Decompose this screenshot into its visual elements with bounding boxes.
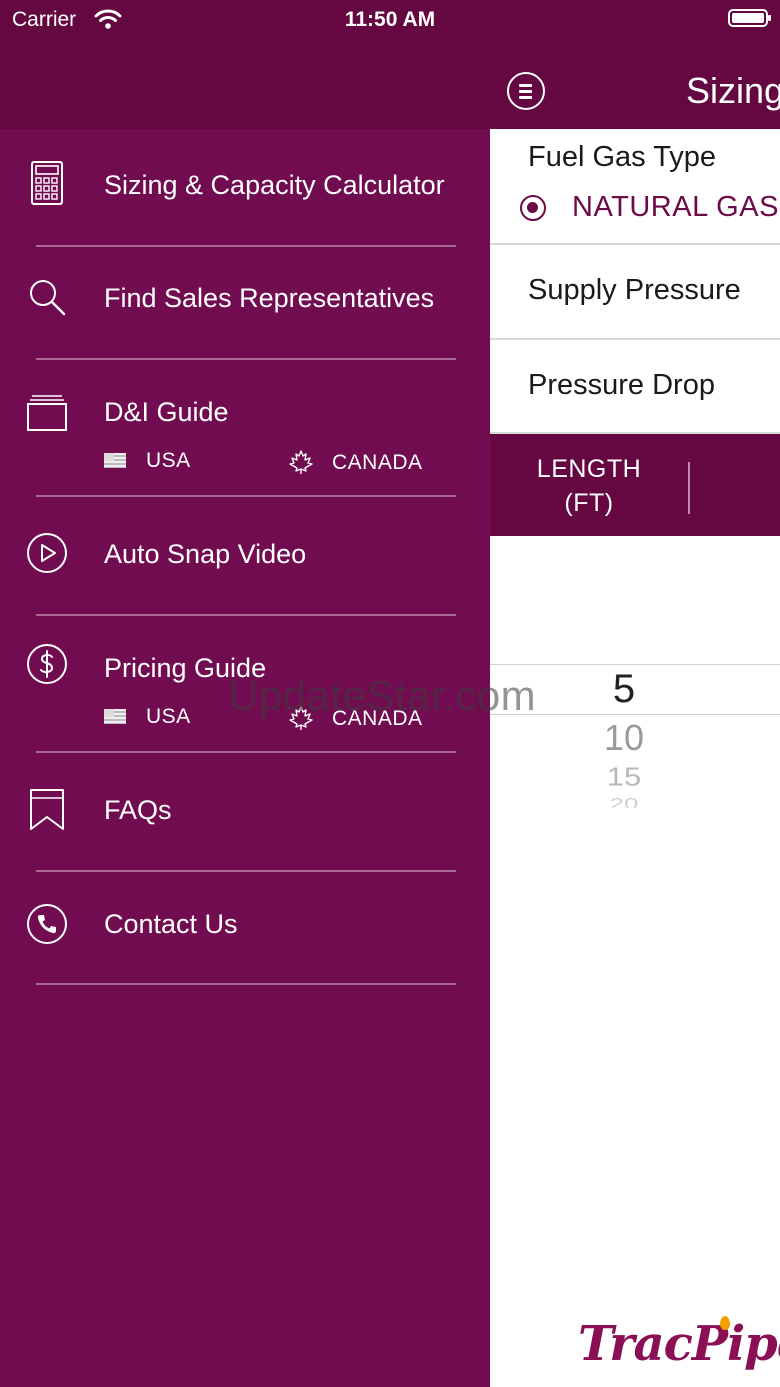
picker-value: 15 (606, 761, 642, 792)
us-flag-icon (104, 709, 126, 724)
fuel-gas-type-row: Fuel Gas Type NATURAL GAS (490, 129, 780, 245)
status-bar: Carrier 11:50 AM (0, 0, 780, 40)
length-header-line1: LENGTH (536, 455, 642, 483)
drawer-item-label: Contact Us (104, 909, 238, 939)
drawer-item-find-sales-reps[interactable]: Find Sales Representatives (0, 267, 490, 327)
picker-value-selected: 5 (612, 667, 636, 711)
fuel-gas-type-label: Fuel Gas Type (528, 141, 717, 173)
divider (36, 751, 456, 753)
length-column-header: LENGTH (FT) (490, 434, 780, 536)
drawer-item-label: Sizing & Capacity Calculator (104, 170, 445, 200)
column-separator (688, 462, 690, 514)
divider (36, 245, 456, 247)
drawer-item-sizing-calculator[interactable]: Sizing & Capacity Calculator (0, 154, 490, 214)
clock: 11:50 AM (344, 8, 436, 31)
supply-pressure-row[interactable]: Supply Pressure (490, 245, 780, 340)
picker-value: 20 (609, 794, 639, 808)
pressure-drop-label: Pressure Drop (528, 369, 715, 401)
drawer-item-auto-snap-video[interactable]: Auto Snap Video (0, 523, 490, 583)
supply-pressure-label: Supply Pressure (528, 274, 741, 306)
drawer-item-contact-us[interactable]: Contact Us (0, 893, 490, 953)
natural-gas-label[interactable]: NATURAL GAS (572, 191, 779, 224)
flame-icon (720, 1316, 730, 1330)
calculator-icon (26, 160, 68, 205)
tracpipe-logo: TracPipe (578, 1316, 780, 1372)
drawer-item-label: Find Sales Representatives (104, 283, 435, 313)
di-guide-canada-link[interactable]: CANADA (288, 449, 423, 475)
drawer-item-faqs[interactable]: FAQs (0, 779, 490, 839)
play-icon (26, 532, 68, 574)
divider (36, 358, 456, 360)
navigation-drawer: Sizing & Capacity Calculator Find Sales … (0, 129, 490, 1387)
dollar-icon (26, 643, 68, 685)
watermark: UpdateStar.com (228, 672, 537, 719)
drawer-item-label: Auto Snap Video (104, 539, 307, 569)
page-title: Sizing (686, 70, 780, 111)
divider (36, 495, 456, 497)
divider (36, 983, 456, 985)
search-icon (26, 277, 68, 319)
menu-icon[interactable] (507, 72, 545, 110)
drawer-item-label: FAQs (104, 795, 172, 825)
us-flag-icon (104, 453, 126, 468)
natural-gas-radio[interactable] (520, 195, 546, 221)
picker-selection-top (490, 664, 780, 665)
bookmark-icon (26, 787, 68, 830)
divider (36, 614, 456, 616)
divider (36, 870, 456, 872)
drawer-item-di-guide[interactable]: D&I Guide (0, 381, 490, 441)
pressure-drop-row[interactable]: Pressure Drop (490, 340, 780, 434)
battery-icon (728, 9, 771, 27)
phone-icon (26, 903, 68, 945)
sizing-panel: Fuel Gas Type NATURAL GAS Supply Pressur… (490, 129, 780, 1387)
app-bar: Sizing (0, 40, 780, 129)
length-header-unit: (FT) (564, 489, 614, 517)
maple-leaf-icon (289, 450, 313, 474)
book-icon (26, 391, 68, 433)
drawer-item-label: D&I Guide (104, 397, 229, 427)
di-guide-usa-link[interactable]: USA (104, 449, 191, 473)
pricing-guide-usa-link[interactable]: USA (104, 705, 191, 729)
picker-value: 10 (603, 717, 645, 758)
